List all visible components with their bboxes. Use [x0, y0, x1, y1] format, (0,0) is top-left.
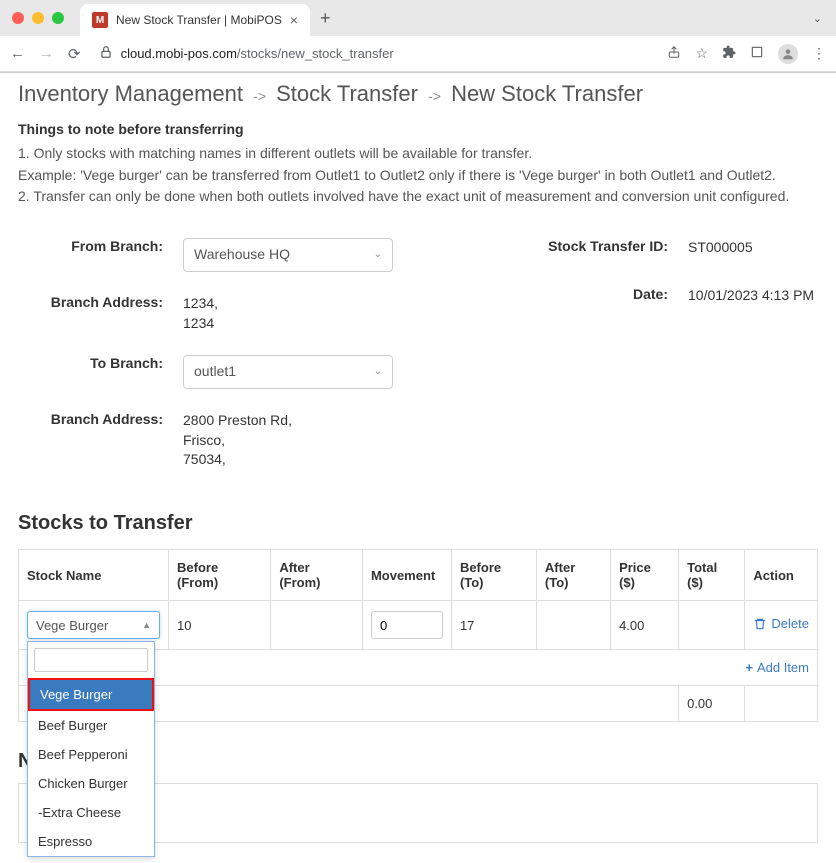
cell-total: [679, 601, 745, 650]
form-left: From Branch: Warehouse HQ ⌄ Branch Addre…: [18, 232, 458, 486]
note-line-3: 2. Transfer can only be done when both o…: [18, 186, 818, 208]
notes-title: Things to note before transferring: [18, 121, 818, 137]
cell-before-from: 10: [169, 601, 271, 650]
form-right: Stock Transfer ID: ST000005 Date: 10/01/…: [518, 232, 818, 486]
browser-toolbar: ← → ⟳ cloud.mobi-pos.com/stocks/new_stoc…: [0, 36, 836, 72]
tabs-icon[interactable]: [750, 45, 764, 62]
dropdown-option-chicken-burger[interactable]: Chicken Burger: [28, 769, 154, 798]
stock-name-dropdown: Vege Burger Beef Burger Beef Pepperoni C…: [27, 641, 155, 857]
lock-icon: [99, 45, 113, 62]
stock-name-value: Vege Burger: [36, 618, 108, 633]
col-action: Action: [745, 550, 818, 601]
toolbar-right: ☆ ⋮: [667, 44, 826, 64]
col-stock-name: Stock Name: [19, 550, 169, 601]
tab-favicon: M: [92, 12, 108, 28]
page-content: Inventory Management -> Stock Transfer -…: [0, 73, 836, 863]
stock-table: Stock Name Before (From) After (From) Mo…: [18, 549, 818, 722]
from-branch-select[interactable]: Warehouse HQ ⌄: [183, 238, 393, 272]
to-branch-value: outlet1: [194, 362, 236, 382]
window-controls: [12, 12, 64, 24]
menu-icon[interactable]: ⋮: [812, 45, 826, 62]
table-row: Vege Burger ▲ Vege Burger Beef Burger Be…: [19, 601, 818, 650]
minimize-window-button[interactable]: [32, 12, 44, 24]
fullscreen-window-button[interactable]: [52, 12, 64, 24]
col-movement: Movement: [362, 550, 451, 601]
extensions-icon[interactable]: [722, 45, 736, 62]
col-after-from: After (From): [271, 550, 363, 601]
col-before-to: Before (To): [451, 550, 536, 601]
stock-name-select[interactable]: Vege Burger ▲: [27, 611, 160, 639]
note-line-1: 1. Only stocks with matching names in di…: [18, 143, 818, 165]
forward-button: →: [39, 45, 54, 62]
cell-movement: [362, 601, 451, 650]
dropdown-search-wrap: [28, 642, 154, 678]
breadcrumb-part-2[interactable]: Stock Transfer: [276, 81, 418, 106]
plus-icon: +: [745, 660, 753, 675]
to-branch-label: To Branch:: [18, 349, 183, 389]
delete-label: Delete: [771, 616, 809, 631]
breadcrumb-sep: ->: [253, 88, 266, 104]
from-branch-value: Warehouse HQ: [194, 245, 290, 265]
date-value: 10/01/2023 4:13 PM: [688, 280, 818, 306]
to-address-label: Branch Address:: [18, 405, 183, 470]
cell-before-to: 17: [451, 601, 536, 650]
address-bar[interactable]: cloud.mobi-pos.com/stocks/new_stock_tran…: [95, 45, 654, 62]
col-after-to: After (To): [536, 550, 610, 601]
transfer-id-value: ST000005: [688, 232, 818, 258]
add-item-label: Add Item: [757, 660, 809, 675]
col-before-from: Before (From): [169, 550, 271, 601]
note-line-2: Example: 'Vege burger' can be transferre…: [18, 165, 818, 187]
stocks-section-title: Stocks to Transfer: [18, 512, 818, 535]
back-button[interactable]: ←: [10, 45, 25, 62]
star-icon[interactable]: ☆: [695, 45, 708, 62]
from-address-value: 1234, 1234: [183, 288, 458, 333]
close-window-button[interactable]: [12, 12, 24, 24]
breadcrumb: Inventory Management -> Stock Transfer -…: [18, 73, 818, 121]
browser-tab[interactable]: M New Stock Transfer | MobiPOS ×: [80, 4, 310, 36]
breadcrumb-part-3: New Stock Transfer: [451, 81, 643, 106]
from-address-label: Branch Address:: [18, 288, 183, 333]
chevron-down-icon: ⌄: [374, 365, 382, 379]
date-label: Date:: [518, 280, 688, 306]
dropdown-search-input[interactable]: [34, 648, 148, 672]
tab-title: New Stock Transfer | MobiPOS: [116, 13, 282, 27]
breadcrumb-part-1[interactable]: Inventory Management: [18, 81, 243, 106]
new-tab-button[interactable]: +: [320, 8, 331, 29]
stock-name-select-wrapper: Vege Burger ▲ Vege Burger Beef Burger Be…: [27, 611, 160, 639]
cell-after-to: [536, 601, 610, 650]
movement-input[interactable]: [371, 611, 443, 639]
to-address-value: 2800 Preston Rd, Frisco, 75034,: [183, 405, 458, 470]
dropdown-option-vege-burger[interactable]: Vege Burger: [28, 678, 154, 711]
dropdown-option-extra-cheese[interactable]: -Extra Cheese: [28, 798, 154, 827]
dropdown-option-espresso[interactable]: Espresso: [28, 827, 154, 856]
url-text: cloud.mobi-pos.com/stocks/new_stock_tran…: [121, 46, 394, 61]
add-item-button[interactable]: + Add Item: [745, 660, 809, 675]
tabs-chevron-icon[interactable]: ⌄: [813, 12, 828, 25]
breadcrumb-sep: ->: [428, 88, 441, 104]
close-tab-icon[interactable]: ×: [290, 12, 298, 28]
col-total: Total ($): [679, 550, 745, 601]
cell-after-from: [271, 601, 363, 650]
col-price: Price ($): [611, 550, 679, 601]
browser-chrome: M New Stock Transfer | MobiPOS × + ⌄ ← →…: [0, 0, 836, 73]
trash-icon: [753, 617, 767, 631]
to-branch-select[interactable]: outlet1 ⌄: [183, 355, 393, 389]
caret-up-icon: ▲: [142, 620, 151, 630]
delete-button[interactable]: Delete: [753, 616, 809, 631]
transfer-id-label: Stock Transfer ID:: [518, 232, 688, 258]
reload-button[interactable]: ⟳: [68, 45, 81, 63]
dropdown-option-beef-pepperoni[interactable]: Beef Pepperoni: [28, 740, 154, 769]
tab-bar: M New Stock Transfer | MobiPOS × + ⌄: [0, 0, 836, 36]
table-header-row: Stock Name Before (From) After (From) Mo…: [19, 550, 818, 601]
cell-price: 4.00: [611, 601, 679, 650]
from-branch-label: From Branch:: [18, 232, 183, 272]
cell-action: Delete: [745, 601, 818, 650]
grand-total-empty: [745, 686, 818, 722]
grand-total-value: 0.00: [679, 686, 745, 722]
profile-avatar[interactable]: [778, 44, 798, 64]
form-area: From Branch: Warehouse HQ ⌄ Branch Addre…: [18, 232, 818, 486]
share-icon[interactable]: [667, 45, 681, 62]
chevron-down-icon: ⌄: [374, 248, 382, 262]
dropdown-option-beef-burger[interactable]: Beef Burger: [28, 711, 154, 740]
